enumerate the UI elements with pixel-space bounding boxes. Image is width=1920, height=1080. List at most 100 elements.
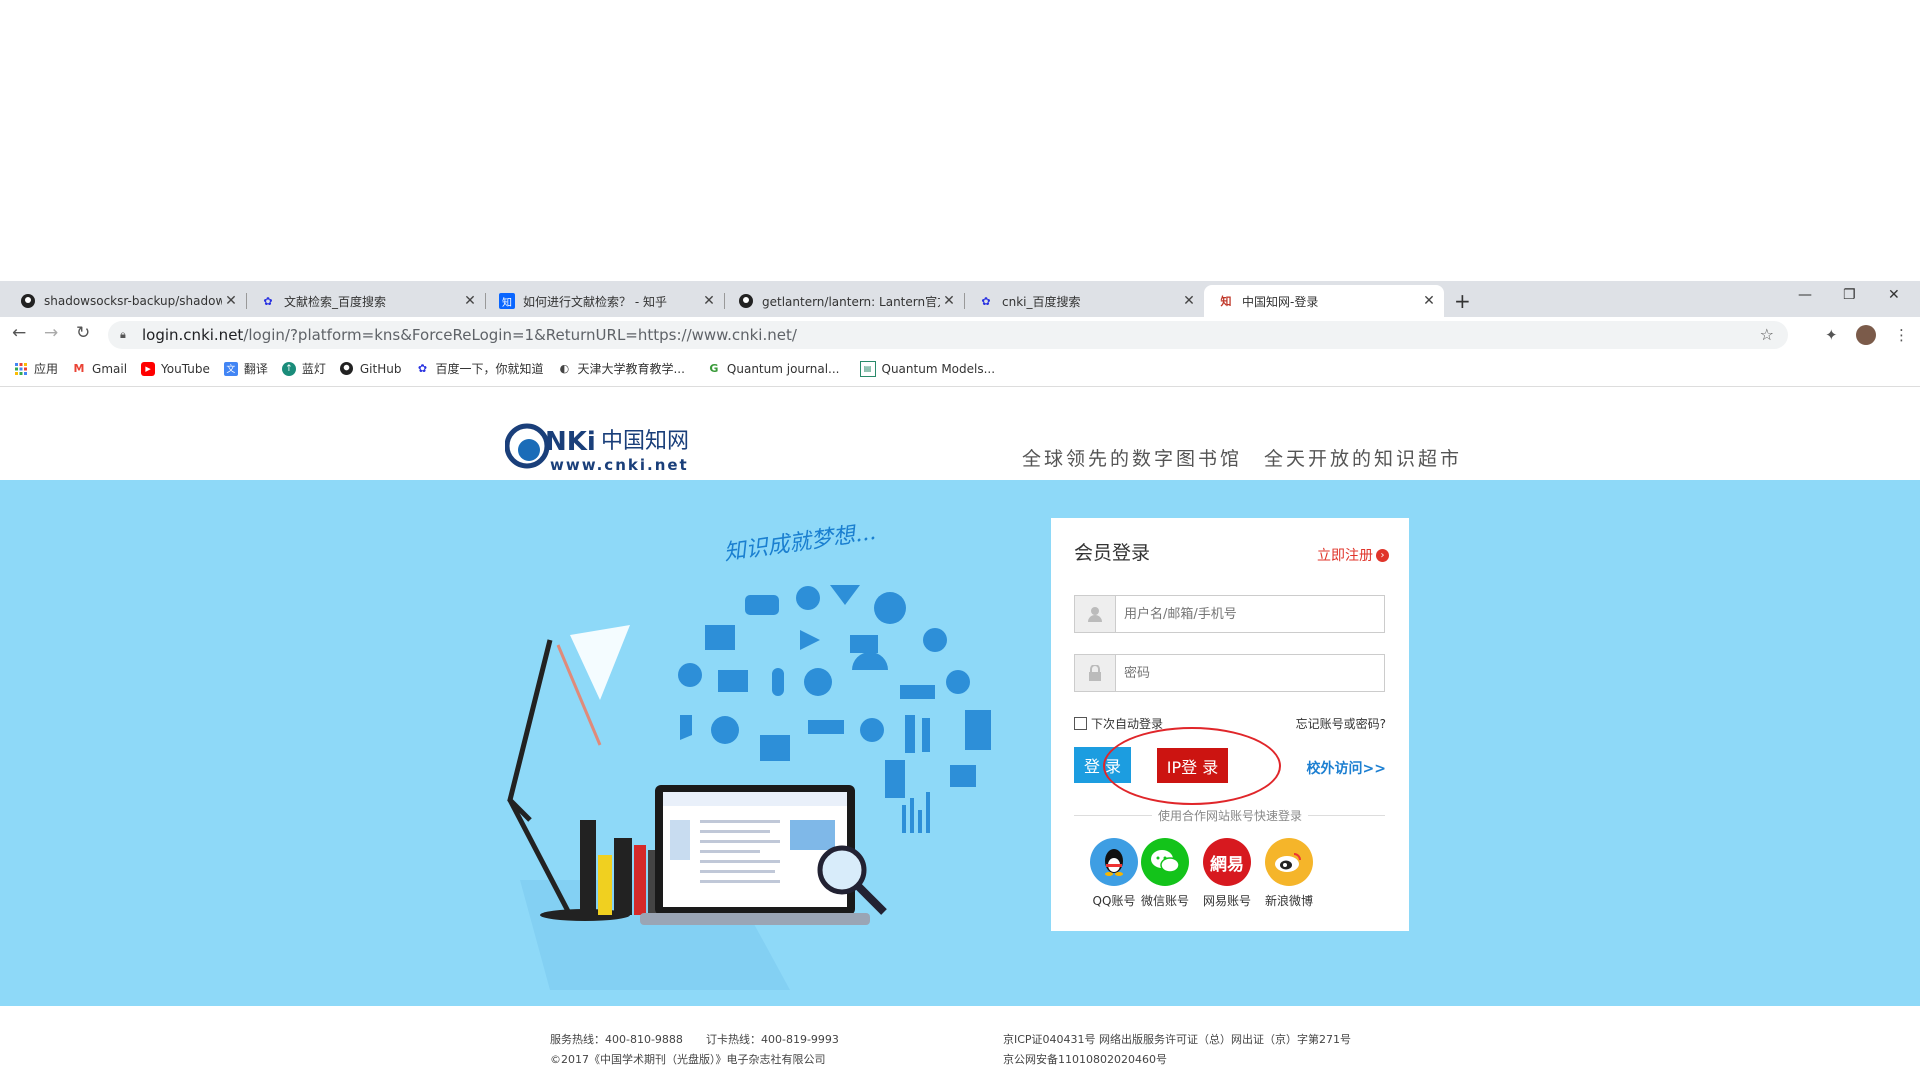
browser-toolbar: ← → ↻ 🔒︎ login.cnki.net/login/?platform=… <box>0 317 1920 351</box>
tab-title: shadowsocksr-backup/shadowsocksr <box>44 294 222 308</box>
outside-access-link[interactable]: 校外访问>> <box>1307 758 1386 778</box>
address-bar[interactable]: 🔒︎ login.cnki.net/login/?platform=kns&Fo… <box>108 321 1788 349</box>
bookmark-label: 百度一下，你就知道 <box>435 362 544 376</box>
github-icon <box>738 293 754 309</box>
url-path: /login/?platform=kns&ForceReLogin=1&Retu… <box>243 326 797 344</box>
remember-label: 下次自动登录 <box>1091 717 1164 731</box>
github-icon <box>340 362 354 376</box>
bookmark-label: Gmail <box>92 361 128 376</box>
close-icon[interactable]: ✕ <box>222 293 240 309</box>
icp-license[interactable]: 京ICP证040431号 网络出版服务许可证（总）网出证（京）字第271号 <box>1003 1031 1351 1047</box>
svg-text:www.cnki.net: www.cnki.net <box>550 456 689 474</box>
baidu-icon: ✿ <box>981 294 991 308</box>
username-field[interactable] <box>1074 595 1385 633</box>
tab-strip: shadowsocksr-backup/shadowsocksr ✕ ✿ 文献检… <box>0 281 1920 317</box>
bookmark-lantern[interactable]: ↑ 蓝灯 <box>281 360 326 377</box>
password-field[interactable] <box>1074 654 1385 692</box>
tab-title: 如何进行文献检索？ - 知乎 <box>523 294 667 309</box>
back-icon[interactable]: ← <box>12 323 26 343</box>
register-link[interactable]: 立即注册 › <box>1317 545 1389 565</box>
globe-icon: ◐ <box>559 362 570 375</box>
apps-grid-icon <box>14 362 28 376</box>
bookmark-quantum-journal[interactable]: G Quantum journal... <box>707 362 839 376</box>
menu-dots-icon[interactable]: ⋮ <box>1894 326 1909 344</box>
close-icon[interactable]: ✕ <box>940 293 958 309</box>
police-record[interactable]: 京公网安备11010802020460号 <box>1003 1051 1167 1067</box>
restore-button[interactable]: ❐ <box>1843 287 1856 303</box>
bookmark-github[interactable]: GitHub <box>340 362 401 376</box>
netease-login[interactable]: 網易 网易账号 <box>1197 838 1257 909</box>
url-text: login.cnki.net/login/?platform=kns&Force… <box>142 326 797 344</box>
reload-icon[interactable]: ↻ <box>76 323 90 343</box>
lock-icon <box>1075 655 1116 691</box>
bookmark-label: 蓝灯 <box>301 362 326 376</box>
weibo-label: 新浪微博 <box>1264 894 1313 908</box>
bookmarks-bar: 应用 M Gmail ▶ YouTube 文翻译 ↑ 蓝灯 GitHub ✿ 百度一下，… <box>0 351 1920 387</box>
gmail-icon: M <box>73 362 85 375</box>
close-icon[interactable]: ✕ <box>1180 293 1198 309</box>
netease-label: 网易账号 <box>1202 894 1251 908</box>
password-input[interactable] <box>1116 655 1384 691</box>
qq-icon[interactable] <box>1090 838 1138 886</box>
baidu-icon: ✿ <box>417 362 428 375</box>
bookmark-apps[interactable]: 应用 <box>14 360 58 377</box>
profile-avatar[interactable] <box>1856 325 1876 345</box>
tab-baidu-cnki[interactable]: ✿ cnki_百度搜索 ✕ <box>964 285 1204 317</box>
lantern-icon: ↑ <box>281 361 296 376</box>
wechat-icon[interactable] <box>1141 838 1189 886</box>
bookmark-label: 天津大学教育教学... <box>577 362 685 376</box>
service-hotline: 服务热线：400-810-9888 <box>550 1033 683 1046</box>
tab-title: 中国知网-登录 <box>1242 294 1319 309</box>
lock-icon: 🔒︎ <box>120 328 126 341</box>
bookmark-gmail[interactable]: M Gmail <box>72 361 128 376</box>
forward-icon[interactable]: → <box>44 323 58 343</box>
close-icon[interactable]: ✕ <box>700 293 718 309</box>
tab-baidu-wenxian[interactable]: ✿ 文献检索_百度搜索 ✕ <box>246 285 486 317</box>
tab-lantern[interactable]: getlantern/lantern: Lantern官方 ✕ <box>724 285 965 317</box>
red-annotation-circle <box>1103 727 1281 805</box>
remember-checkbox[interactable] <box>1074 717 1087 730</box>
quick-login-caption: 使用合作网站账号快速登录 <box>1051 807 1409 824</box>
bookmark-label: 翻译 <box>243 362 268 376</box>
netease-icon[interactable]: 網易 <box>1203 838 1251 886</box>
youtube-icon: ▶ <box>141 361 156 376</box>
cnki-logo[interactable]: NKi 中国知网 www.cnki.net <box>504 420 705 476</box>
close-icon[interactable]: ✕ <box>1420 293 1438 309</box>
weibo-login[interactable]: 新浪微博 <box>1259 838 1319 909</box>
bookmark-tju[interactable]: ◐ 天津大学教育教学... <box>557 360 685 377</box>
svg-text:NKi: NKi <box>545 427 596 457</box>
close-icon[interactable]: ✕ <box>461 293 479 309</box>
bookmark-label: 应用 <box>34 362 59 376</box>
login-title: 会员登录 <box>1074 542 1151 564</box>
username-input[interactable] <box>1116 596 1384 632</box>
bookmark-label: YouTube <box>161 361 210 376</box>
knowledge-illustration: 知识成就梦想... <box>490 520 1010 1010</box>
github-icon <box>20 293 36 309</box>
bookmark-translate[interactable]: 文翻译 <box>223 360 268 377</box>
extensions-puzzle-icon[interactable]: ✦ <box>1825 326 1838 344</box>
bookmark-star-icon[interactable]: ☆ <box>1760 325 1774 344</box>
bookmark-quantum-models[interactable]: ▤ Quantum Models... <box>859 360 995 377</box>
weibo-icon[interactable] <box>1265 838 1313 886</box>
subscribe-hotline: 订卡热线：400-819-9993 <box>706 1033 839 1046</box>
register-label: 立即注册 <box>1317 548 1373 564</box>
browser-chrome: shadowsocksr-backup/shadowsocksr ✕ ✿ 文献检… <box>0 281 1920 387</box>
minimize-button[interactable]: — <box>1798 287 1812 303</box>
cnki-icon: 知 <box>1220 295 1232 308</box>
zhihu-icon: 知 <box>499 293 515 309</box>
wechat-login[interactable]: 微信账号 <box>1135 838 1195 909</box>
svg-text:知识成就梦想...: 知识成就梦想... <box>722 520 877 566</box>
bookmark-baidu[interactable]: ✿ 百度一下，你就知道 <box>415 360 544 377</box>
bookmark-youtube[interactable]: ▶ YouTube <box>141 361 210 376</box>
site-slogan: 全球领先的数字图书馆 全天开放的知识超市 <box>1022 448 1463 470</box>
arrow-right-icon: › <box>1376 548 1389 562</box>
copyright-text: ©2017《中国学术期刊（光盘版）》电子杂志社有限公司 <box>550 1053 826 1066</box>
new-tab-button[interactable]: + <box>1454 289 1471 313</box>
forgot-password-link[interactable]: 忘记账号或密码? <box>1296 715 1386 732</box>
window-close-button[interactable]: ✕ <box>1888 287 1900 303</box>
tab-cnki-login[interactable]: 知 中国知网-登录 ✕ <box>1204 285 1444 317</box>
tab-shadowsocksr[interactable]: shadowsocksr-backup/shadowsocksr ✕ <box>6 285 247 317</box>
remember-me[interactable]: 下次自动登录 <box>1074 715 1163 732</box>
page-icon: ▤ <box>859 360 876 377</box>
tab-zhihu[interactable]: 知 如何进行文献检索？ - 知乎 ✕ <box>485 285 725 317</box>
